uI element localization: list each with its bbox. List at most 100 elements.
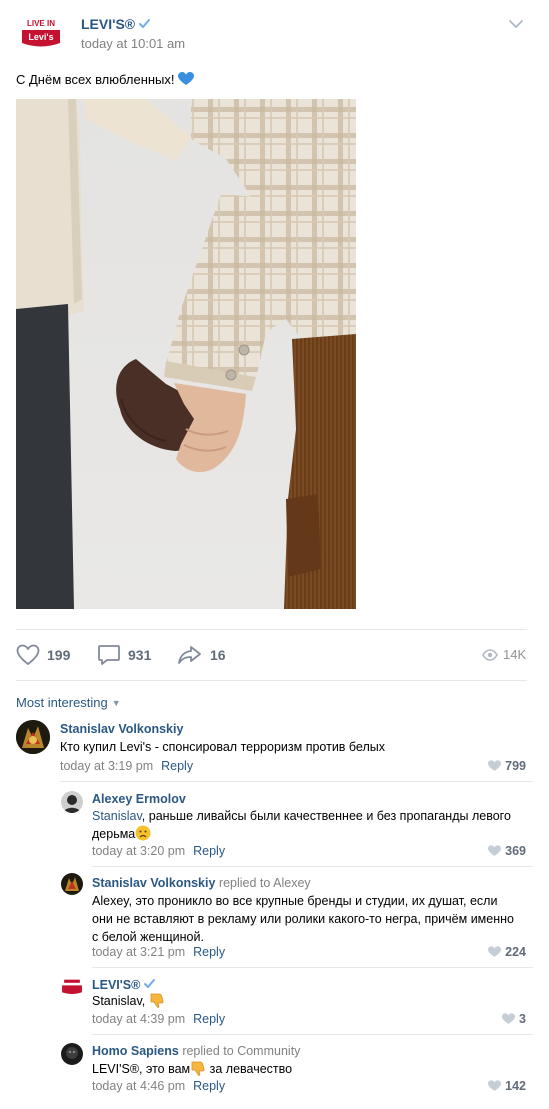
post-photo[interactable] <box>16 99 356 609</box>
avatar[interactable] <box>61 1043 83 1065</box>
heart-outline-icon <box>16 644 40 665</box>
avatar[interactable] <box>61 976 83 998</box>
comment-like-button[interactable]: 3 <box>502 1012 526 1026</box>
comment-meta: today at 3:21 pm Reply <box>92 945 225 959</box>
comment-like-button[interactable]: 142 <box>488 1079 526 1093</box>
avatar-image <box>61 873 83 895</box>
comment-time[interactable]: today at 3:20 pm <box>92 844 185 858</box>
reply-button[interactable]: Reply <box>193 1079 225 1093</box>
comment-author-name[interactable]: Alexey Ermolov <box>92 792 186 806</box>
comment-text: Stanislav, раньше ливайсы были качествен… <box>92 807 512 843</box>
comment-time[interactable]: today at 3:21 pm <box>92 945 185 959</box>
comment-author[interactable]: Stanislav Volkonskiy <box>60 722 183 736</box>
divider <box>92 866 533 867</box>
comment-time[interactable]: today at 4:46 pm <box>92 1079 185 1093</box>
heart-icon <box>488 946 502 957</box>
comment-like-button[interactable]: 224 <box>488 945 526 959</box>
reply-button[interactable]: Reply <box>193 844 225 858</box>
comment-count: 931 <box>128 647 152 663</box>
verified-icon <box>139 19 151 28</box>
comment-text: Alexey, это проникло во все крупные брен… <box>92 894 514 944</box>
reply-button[interactable]: Reply <box>161 759 193 773</box>
avatar-image <box>61 791 83 813</box>
post-text-content: С Днём всех влюбленных! <box>16 72 175 87</box>
post-time[interactable]: today at 10:01 am <box>81 36 185 51</box>
comment-text-after: за левачество <box>206 1062 293 1076</box>
comment-text-before: LEVI'S®, это вам <box>92 1062 191 1076</box>
comment-text: LEVI'S®, это вам за левачество <box>92 1060 512 1078</box>
comment-like-count: 799 <box>505 759 526 773</box>
comment-author[interactable]: Alexey Ermolov <box>92 792 186 806</box>
logo-text-bottom: Levi's <box>28 32 53 42</box>
comment-like-button[interactable]: 799 <box>488 759 526 773</box>
blue-heart-icon <box>177 72 194 85</box>
comment-meta: today at 4:46 pm Reply <box>92 1079 225 1093</box>
thumbs-down-icon <box>191 1061 205 1076</box>
avatar[interactable] <box>16 720 50 754</box>
share-button[interactable]: 16 <box>177 644 226 666</box>
comment-author-name[interactable]: Stanislav Volkonskiy <box>60 722 183 736</box>
levis-logo[interactable]: LIVE IN Levi's <box>20 16 62 50</box>
frowning-face-icon <box>135 825 151 841</box>
comment-text: Stanislav, <box>92 992 512 1010</box>
divider <box>60 781 533 782</box>
avatar-image <box>16 720 50 754</box>
divider <box>92 1034 533 1035</box>
comment-time[interactable]: today at 4:39 pm <box>92 1012 185 1026</box>
like-count: 199 <box>47 647 71 663</box>
comment-author[interactable]: LEVI'S® <box>92 977 156 992</box>
chevron-down-icon: ▼ <box>111 698 121 708</box>
comment-like-button[interactable]: 369 <box>488 844 526 858</box>
divider <box>92 967 533 968</box>
comment-like-count: 142 <box>505 1079 526 1093</box>
comment-text-content: Stanislav, <box>92 994 146 1008</box>
avatar[interactable] <box>61 791 83 813</box>
levis-logo <box>62 979 82 995</box>
comment-author-name[interactable]: LEVI'S® <box>92 978 140 992</box>
holding-hands-image <box>16 99 356 609</box>
comment-text-content: , раньше ливайсы были качественнее и без… <box>92 809 511 841</box>
divider <box>16 680 527 681</box>
comment-meta: today at 4:39 pm Reply <box>92 1012 225 1026</box>
reply-button[interactable]: Reply <box>193 945 225 959</box>
comment-text: Кто купил Levi's - спонсировал терроризм… <box>60 740 385 754</box>
sort-dropdown[interactable]: Most interesting ▼ <box>16 695 121 710</box>
comment-like-count: 3 <box>519 1012 526 1026</box>
comment-author[interactable]: Stanislav Volkonskiy replied to Alexey <box>92 876 311 890</box>
comment-like-count: 369 <box>505 844 526 858</box>
like-button[interactable]: 199 <box>16 644 70 666</box>
share-count: 16 <box>210 647 226 663</box>
replied-to[interactable]: replied to Community <box>182 1044 300 1058</box>
views: 14K <box>482 647 526 662</box>
comment-meta: today at 3:20 pm Reply <box>92 844 225 858</box>
mention-link[interactable]: Stanislav <box>92 809 142 823</box>
eye-icon <box>482 648 498 661</box>
comment-author[interactable]: Homo Sapiens replied to Community <box>92 1044 300 1058</box>
comment-author-name[interactable]: Homo Sapiens <box>92 1044 179 1058</box>
heart-icon <box>502 1013 516 1024</box>
comment-time[interactable]: today at 3:19 pm <box>60 759 153 773</box>
comment-icon <box>98 645 120 665</box>
heart-icon <box>488 760 502 771</box>
chevron-down-icon[interactable] <box>507 17 525 31</box>
heart-icon <box>488 845 502 856</box>
post-text: С Днём всех влюбленных! <box>16 72 194 87</box>
view-count: 14K <box>503 647 527 662</box>
replied-to[interactable]: replied to Alexey <box>219 876 311 890</box>
post-author[interactable]: LEVI'S® <box>81 16 151 32</box>
comment-button[interactable]: 931 <box>97 644 151 666</box>
divider <box>16 629 527 630</box>
avatar[interactable] <box>61 873 83 895</box>
comment-meta: today at 3:19 pm Reply <box>60 759 193 773</box>
verified-icon <box>144 979 156 988</box>
sort-label[interactable]: Most interesting <box>16 695 108 710</box>
logo-text-top: LIVE IN <box>27 19 55 28</box>
post-author-name[interactable]: LEVI'S® <box>81 16 135 32</box>
thumbs-down-icon <box>150 993 164 1008</box>
avatar-image <box>61 1043 83 1065</box>
comment-author-name[interactable]: Stanislav Volkonskiy <box>92 876 215 890</box>
reply-button[interactable]: Reply <box>193 1012 225 1026</box>
heart-icon <box>488 1080 502 1091</box>
comment-like-count: 224 <box>505 945 526 959</box>
share-icon <box>178 646 201 664</box>
